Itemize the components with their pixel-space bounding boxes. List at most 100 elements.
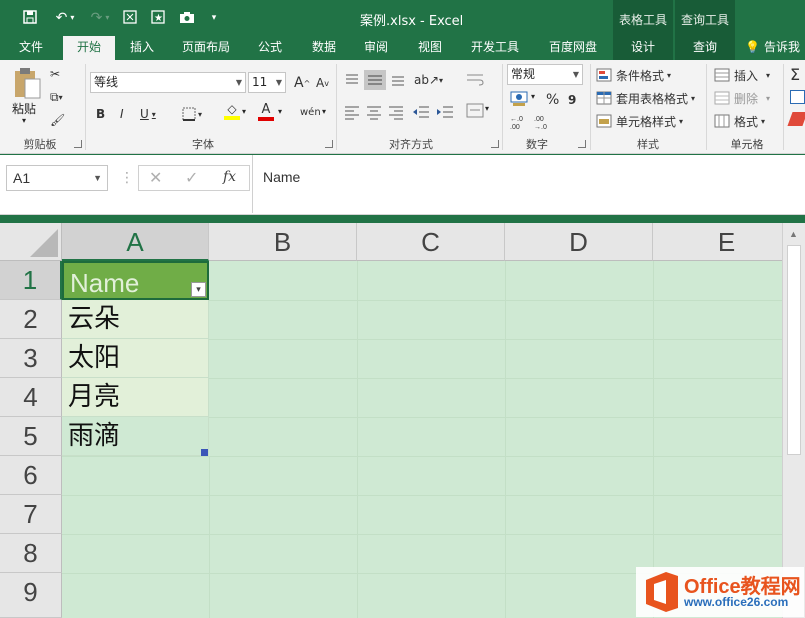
format-as-table-button[interactable]: 套用表格格式 ▾ bbox=[596, 88, 695, 108]
merge-center-icon[interactable]: ▾ bbox=[466, 102, 492, 120]
tab-data[interactable]: 数据 bbox=[304, 36, 344, 60]
align-bottom-icon[interactable] bbox=[390, 72, 406, 88]
tab-view[interactable]: 视图 bbox=[410, 36, 450, 60]
undo-icon[interactable]: ↶ ▾ bbox=[50, 6, 80, 28]
row-header-2[interactable]: 2 bbox=[0, 300, 62, 339]
align-left-icon[interactable] bbox=[344, 104, 360, 120]
row-header-3[interactable]: 3 bbox=[0, 339, 62, 378]
tab-review[interactable]: 审阅 bbox=[356, 36, 396, 60]
column-header-e[interactable]: E bbox=[653, 223, 801, 261]
tab-query[interactable]: 查询 bbox=[675, 36, 735, 60]
bold-button[interactable]: B bbox=[96, 104, 105, 124]
row-header-8[interactable]: 8 bbox=[0, 534, 62, 573]
column-header-a[interactable]: A bbox=[62, 223, 209, 261]
tab-insert[interactable]: 插入 bbox=[122, 36, 162, 60]
italic-button[interactable]: I bbox=[120, 104, 124, 124]
phonetic-button[interactable]: wén bbox=[300, 102, 321, 122]
tab-home[interactable]: 开始 bbox=[63, 36, 115, 61]
tab-formulas[interactable]: 公式 bbox=[250, 36, 290, 60]
column-header-c[interactable]: C bbox=[357, 223, 505, 261]
tab-baidu-netdisk[interactable]: 百度网盘 bbox=[540, 36, 606, 60]
tab-developer[interactable]: 开发工具 bbox=[462, 36, 528, 60]
borders-button[interactable]: ▾ bbox=[182, 104, 202, 124]
cell-a1[interactable]: Name ▾ bbox=[62, 261, 209, 300]
column-header-d[interactable]: D bbox=[505, 223, 653, 261]
redo-icon[interactable]: ↷ ▾ bbox=[86, 6, 114, 28]
decrease-indent-icon[interactable] bbox=[412, 104, 430, 120]
comma-style-button[interactable]: 9 bbox=[568, 90, 576, 110]
increase-decimal-icon[interactable]: ←.0.00 bbox=[510, 114, 530, 131]
tell-me-box[interactable]: 💡 告诉我 bbox=[745, 36, 805, 60]
autosum-icon[interactable]: Σ bbox=[790, 64, 800, 84]
name-box[interactable]: A1 ▼ bbox=[6, 165, 108, 191]
paste-dropdown-icon[interactable]: ▾ bbox=[22, 116, 26, 125]
camera-icon[interactable] bbox=[176, 6, 198, 28]
row-header-9[interactable]: 9 bbox=[0, 573, 62, 618]
cell-styles-button[interactable]: 单元格样式 ▾ bbox=[596, 111, 683, 131]
decrease-decimal-icon[interactable]: .00 →.0 bbox=[534, 114, 554, 131]
row-header-7[interactable]: 7 bbox=[0, 495, 62, 534]
scrollbar-thumb[interactable] bbox=[787, 245, 801, 455]
conditional-formatting-button[interactable]: 条件格式 ▾ bbox=[596, 65, 671, 85]
format-painter-icon[interactable]: 🖌 bbox=[50, 110, 65, 130]
underline-button[interactable]: U ▾ bbox=[140, 104, 156, 124]
increase-indent-icon[interactable] bbox=[436, 104, 454, 120]
percent-style-button[interactable]: % bbox=[546, 90, 559, 110]
cut-icon[interactable]: ✂ bbox=[50, 64, 60, 84]
column-header-b[interactable]: B bbox=[209, 223, 357, 261]
insert-function-button[interactable]: fx bbox=[223, 169, 236, 185]
number-format-dropdown[interactable]: 常规 ▼ bbox=[507, 64, 583, 85]
star-box-icon[interactable]: ★ bbox=[148, 6, 168, 28]
fill-color-dropdown-icon[interactable]: ▾ bbox=[242, 107, 246, 116]
row-header-1[interactable]: 1 bbox=[0, 261, 62, 300]
grow-font-button[interactable]: A ^ bbox=[294, 73, 310, 93]
filter-dropdown-icon[interactable]: ▾ bbox=[191, 282, 206, 297]
fill-color-button[interactable]: ◇ bbox=[224, 102, 240, 122]
font-launcher-icon[interactable] bbox=[325, 140, 333, 148]
font-color-button[interactable]: A bbox=[258, 102, 274, 122]
orientation-icon[interactable]: ab↗ ▾ bbox=[414, 70, 443, 90]
copy-icon[interactable]: ⧉ ▾ bbox=[50, 87, 63, 107]
customize-qa-icon[interactable]: ▾ bbox=[207, 6, 221, 28]
row-header-4[interactable]: 4 bbox=[0, 378, 62, 417]
more-options-icon[interactable]: ⋮ bbox=[120, 169, 134, 186]
delete-cells-button[interactable]: 删除 ▾ bbox=[714, 88, 770, 108]
formula-input[interactable]: Name bbox=[252, 155, 805, 213]
align-top-icon[interactable] bbox=[344, 72, 360, 88]
tab-page-layout[interactable]: 页面布局 bbox=[174, 36, 238, 60]
select-all-corner[interactable] bbox=[0, 223, 62, 261]
align-right-icon[interactable] bbox=[388, 104, 404, 120]
tab-file[interactable]: 文件 bbox=[8, 36, 54, 60]
cancel-icon[interactable]: ✕ bbox=[149, 168, 162, 188]
clipboard-launcher-icon[interactable] bbox=[74, 140, 82, 148]
phonetic-dropdown-icon[interactable]: ▾ bbox=[322, 107, 326, 116]
shrink-font-button[interactable]: Av bbox=[316, 73, 329, 93]
table-resize-handle[interactable] bbox=[201, 449, 208, 456]
insert-cells-button[interactable]: 插入 ▾ bbox=[714, 65, 770, 85]
scroll-up-icon[interactable]: ▲ bbox=[789, 229, 798, 239]
number-launcher-icon[interactable] bbox=[578, 140, 586, 148]
row-header-5[interactable]: 5 bbox=[0, 417, 62, 456]
paste-icon[interactable] bbox=[12, 66, 42, 102]
save-icon[interactable] bbox=[20, 6, 40, 28]
wrap-text-icon[interactable] bbox=[466, 72, 484, 88]
fill-icon[interactable] bbox=[790, 90, 805, 104]
row-header-6[interactable]: 6 bbox=[0, 456, 62, 495]
cell-a3[interactable]: 太阳 bbox=[62, 339, 209, 378]
tab-design[interactable]: 设计 bbox=[613, 36, 673, 60]
cell-a5[interactable]: 雨滴 bbox=[62, 417, 209, 456]
align-middle-icon[interactable] bbox=[364, 70, 386, 90]
format-cells-button[interactable]: 格式 ▾ bbox=[714, 111, 765, 131]
font-name-dropdown[interactable]: 等线 ▼ bbox=[90, 72, 246, 93]
cell-a2[interactable]: 云朵 bbox=[62, 300, 209, 339]
paste-button[interactable]: 粘贴 bbox=[12, 100, 36, 117]
screenshot-icon[interactable] bbox=[120, 6, 140, 28]
vertical-scrollbar[interactable]: ▲ bbox=[782, 223, 805, 618]
font-color-dropdown-icon[interactable]: ▾ bbox=[278, 107, 282, 116]
clear-icon[interactable] bbox=[787, 112, 805, 126]
align-center-icon[interactable] bbox=[366, 104, 382, 120]
accounting-format-icon[interactable]: ▾ bbox=[510, 90, 538, 110]
alignment-launcher-icon[interactable] bbox=[491, 140, 499, 148]
font-size-dropdown[interactable]: 11 ▼ bbox=[248, 72, 286, 93]
enter-icon[interactable]: ✓ bbox=[185, 168, 198, 188]
